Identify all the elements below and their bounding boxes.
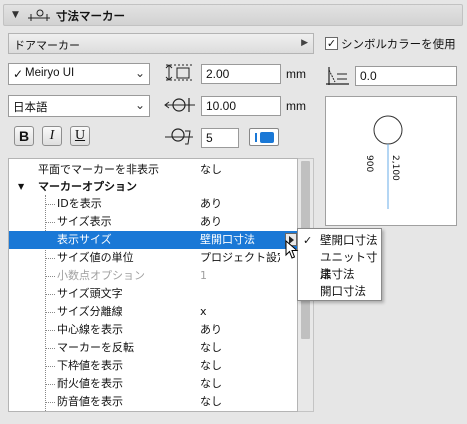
bold-button[interactable]: B (14, 126, 34, 146)
language-value: 日本語 (13, 100, 48, 114)
list-item[interactable]: IDを表示 あり (9, 195, 297, 213)
menu-item-leaf[interactable]: 扉寸法 (298, 266, 381, 283)
list-item: 小数点オプション 1 (9, 267, 297, 285)
list-item[interactable]: 下枠値を表示 なし (9, 357, 297, 375)
preview-height-label: 2,100 (390, 155, 400, 181)
text-height-icon (163, 63, 197, 86)
list-item[interactable]: 中心線を表示 あり (9, 321, 297, 339)
expand-triangle-icon[interactable]: ▼ (18, 178, 24, 196)
italic-button[interactable]: I (42, 126, 62, 146)
panel-title: 寸法マーカー (56, 9, 125, 23)
collapse-triangle-icon[interactable]: ▼ (12, 10, 19, 20)
marker-preview: 900 2,100 (325, 96, 457, 226)
pen-number-field[interactable]: 5 (201, 128, 239, 148)
dimension-marker-icon (26, 8, 52, 27)
angle-field[interactable]: 0.0 (355, 66, 457, 86)
display-size-popup-menu: ✓ 壁開口寸法 ユニット寸法 扉寸法 開口寸法 (297, 228, 382, 301)
marker-type-value: ドアマーカー (14, 39, 80, 52)
list-item[interactable]: 防音値を表示 なし (9, 393, 297, 411)
panel-header[interactable]: ▼ 寸法マーカー (3, 4, 463, 26)
language-dropdown[interactable]: 日本語 ⌄ (8, 95, 150, 117)
chevron-down-icon: ⌄ (134, 66, 145, 80)
mouse-cursor-icon (285, 239, 299, 263)
list-item[interactable]: マーカーを反転 なし (9, 339, 297, 357)
offset-field[interactable]: 10.00 (201, 96, 281, 116)
chevron-down-icon: ⌄ (134, 98, 145, 112)
font-dropdown[interactable]: ✓ Meiryo UI ⌄ (8, 63, 150, 85)
pen-bar-icon (255, 133, 257, 142)
pen-fill-icon (260, 132, 274, 143)
font-name: Meiryo UI (25, 67, 75, 79)
list-item[interactable]: 耐火値を表示 なし (9, 375, 297, 393)
symbol-color-label: シンボルカラーを使用 (341, 37, 456, 51)
list-item[interactable]: サイズ分離線 x (9, 303, 297, 321)
check-icon: ✓ (303, 234, 313, 247)
menu-item-unit[interactable]: ユニット寸法 (298, 249, 381, 281)
angle-icon (325, 66, 351, 89)
dropdown-arrow-icon: ▶ (301, 38, 308, 48)
underline-button[interactable]: U (70, 126, 90, 146)
list-item-group[interactable]: ▼ マーカーオプション (9, 178, 297, 196)
list-item-selected[interactable]: 表示サイズ 壁開口寸法 (9, 231, 297, 249)
list-item[interactable]: サイズ値の単位 プロジェクト設定に (9, 249, 297, 267)
symbol-color-checkbox[interactable]: ✓ (325, 37, 338, 50)
text-height-field[interactable]: 2.00 (201, 64, 281, 84)
list-item[interactable]: サイズ表示 あり (9, 213, 297, 231)
offset-unit: mm (286, 99, 306, 113)
property-list[interactable]: 平面でマーカーを非表示 なし ▼ マーカーオプション IDを表示 あり サイズ表… (8, 158, 298, 412)
marker-type-dropdown[interactable]: ドアマーカー ▶ (8, 33, 314, 54)
font-check-icon: ✓ (13, 67, 24, 81)
marker-pen-icon (163, 127, 197, 150)
list-item[interactable]: サイズ頭文字 (9, 285, 297, 303)
menu-item-wall-opening[interactable]: ✓ 壁開口寸法 (298, 232, 381, 249)
offset-icon (163, 95, 197, 118)
text-height-unit: mm (286, 67, 306, 81)
list-item[interactable]: 平面でマーカーを非表示 なし (9, 161, 297, 179)
pen-toggle-button[interactable] (249, 128, 279, 146)
preview-width-label: 900 (364, 155, 374, 173)
menu-item-opening[interactable]: 開口寸法 (298, 283, 381, 300)
